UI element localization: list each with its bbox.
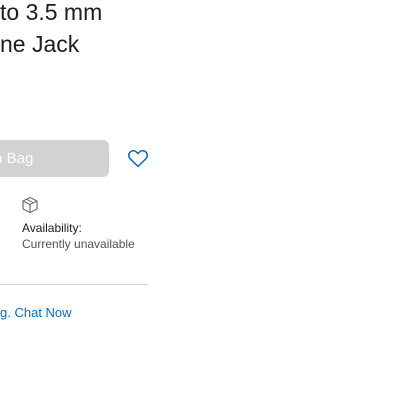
chat-help: g. Chat Now: [0, 305, 72, 320]
availability-label: Availability:: [22, 221, 82, 235]
chat-now-link[interactable]: Chat Now: [14, 305, 71, 320]
chat-prefix: g.: [0, 305, 11, 320]
heart-outline-icon[interactable]: [126, 146, 150, 170]
product-title-line-1: to 3.5 mm: [0, 0, 103, 25]
divider: [0, 284, 148, 285]
product-title: to 3.5 mm ne Jack: [0, 0, 200, 60]
product-title-line-2: ne Jack: [0, 31, 80, 57]
add-to-bag-button[interactable]: to Bag: [0, 140, 109, 177]
availability-status: Currently unavailable: [22, 237, 135, 251]
box-icon: [22, 196, 38, 214]
add-to-bag-label: to Bag: [0, 150, 34, 167]
